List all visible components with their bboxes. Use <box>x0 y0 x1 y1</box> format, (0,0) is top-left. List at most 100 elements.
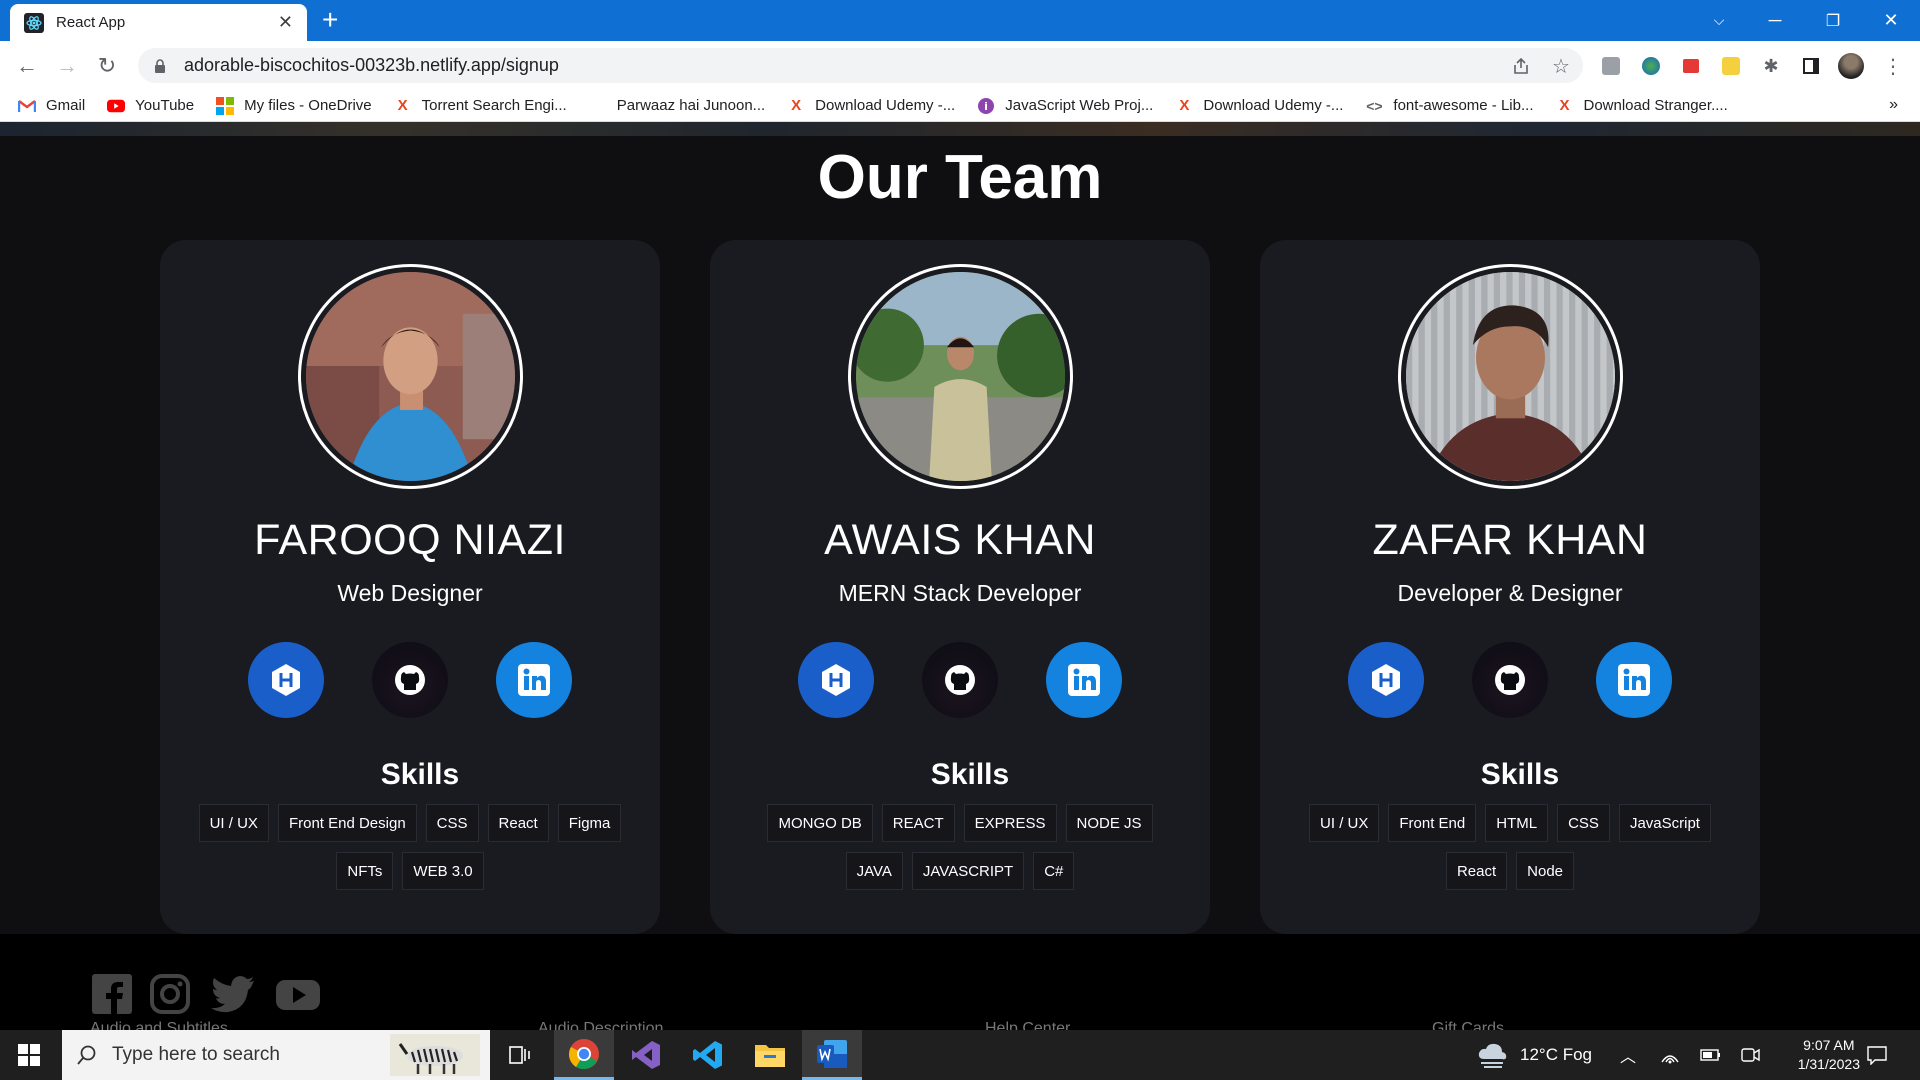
bookmark-js-projects[interactable]: i JavaScript Web Proj... <box>977 97 1153 115</box>
member-name: AWAIS KHAN <box>824 516 1096 564</box>
bookmark-stranger[interactable]: X Download Stranger.... <box>1555 97 1727 115</box>
windows-start-button[interactable] <box>0 1030 58 1080</box>
word-icon[interactable] <box>802 1030 862 1080</box>
bookmarks-bar: Gmail YouTube My files - OneDrive X Torre… <box>0 90 1920 122</box>
clock-date: 1/31/2023 <box>1797 1056 1860 1072</box>
skill-chip: NFTs <box>336 852 394 890</box>
task-view-icon[interactable] <box>490 1030 550 1080</box>
footer-link-help-center[interactable]: Help Center <box>985 1020 1070 1030</box>
twitter-icon[interactable] <box>210 972 254 1016</box>
bookmark-star-icon[interactable]: ☆ <box>1548 53 1574 79</box>
bookmark-parwaaz[interactable]: Parwaaz hai Junoon... <box>617 97 765 114</box>
bookmark-youtube[interactable]: YouTube <box>107 97 194 115</box>
tab-title: React App <box>56 14 126 31</box>
meet-now-icon[interactable] <box>1740 1030 1760 1080</box>
extensions-puzzle-icon[interactable]: ✱ <box>1758 53 1784 79</box>
skill-chip: REACT <box>881 804 955 842</box>
linkedin-link[interactable] <box>1596 642 1672 718</box>
microsoft-icon <box>216 96 235 115</box>
windows-taskbar: Type here to search 12°C Fog ︿ 9:07 AM 1… <box>0 1030 1920 1080</box>
extension-4-icon[interactable] <box>1718 53 1744 79</box>
minimize-button[interactable]: ─ <box>1752 0 1798 41</box>
team-card-farooq: FAROOQ NIAZI Web Designer Skills UI / UX… <box>160 240 660 934</box>
extension-3-icon[interactable] <box>1678 53 1704 79</box>
code-icon: <> <box>1366 97 1383 114</box>
omnibox[interactable]: adorable-biscochitos-00323b.netlify.app/… <box>138 48 1583 83</box>
github-icon <box>395 665 425 695</box>
vscode-icon[interactable] <box>678 1030 738 1080</box>
linkedin-link[interactable] <box>1046 642 1122 718</box>
visual-studio-icon[interactable] <box>616 1030 676 1080</box>
member-name: FAROOQ NIAZI <box>254 516 566 564</box>
browser-titlebar: React App ✕ + ⌵ ─ ❐ ✕ <box>0 0 1920 41</box>
svg-text:i: i <box>984 100 988 113</box>
bookmark-torrent[interactable]: X Torrent Search Engi... <box>394 97 567 115</box>
file-explorer-icon[interactable] <box>740 1030 800 1080</box>
zebra-search-highlight-icon <box>390 1034 480 1076</box>
extension-1-icon[interactable] <box>1598 53 1624 79</box>
linkedin-link[interactable] <box>496 642 572 718</box>
hashnode-link[interactable] <box>1348 642 1424 718</box>
close-window-button[interactable]: ✕ <box>1868 0 1914 41</box>
bookmark-udemy-1[interactable]: X Download Udemy -... <box>787 97 955 115</box>
reload-icon[interactable]: ↻ <box>92 51 122 81</box>
back-icon[interactable]: ← <box>12 51 42 81</box>
social-links <box>160 642 660 718</box>
skill-chip: C# <box>1033 852 1075 890</box>
new-tab-button[interactable]: + <box>322 6 338 34</box>
hashnode-link[interactable] <box>248 642 324 718</box>
bookmark-font-awesome[interactable]: <> font-awesome - Lib... <box>1365 97 1533 115</box>
system-clock[interactable]: 9:07 AM 1/31/2023 <box>1798 1036 1860 1074</box>
github-link[interactable] <box>372 642 448 718</box>
linkedin-icon <box>1068 664 1100 696</box>
skill-chip: JAVASCRIPT <box>911 852 1025 890</box>
share-icon[interactable] <box>1508 53 1534 79</box>
facebook-icon[interactable] <box>90 972 134 1016</box>
hashnode-link[interactable] <box>798 642 874 718</box>
show-hidden-icons-chevron-icon[interactable]: ︿ <box>1620 1030 1636 1080</box>
tab-search-chevron-icon[interactable]: ⌵ <box>1696 0 1742 41</box>
url-text: adorable-biscochitos-00323b.netlify.app/… <box>184 55 559 75</box>
skill-chip: WEB 3.0 <box>402 852 484 890</box>
footer-link-audio-subtitles[interactable]: Audio and Subtitles <box>90 1020 228 1030</box>
bookmark-gmail[interactable]: Gmail <box>18 97 85 115</box>
profile-avatar[interactable] <box>1838 53 1864 79</box>
github-icon <box>1495 665 1525 695</box>
side-panel-icon[interactable] <box>1798 53 1824 79</box>
github-link[interactable] <box>922 642 998 718</box>
forward-icon[interactable]: → <box>52 51 82 81</box>
linkedin-icon <box>518 664 550 696</box>
footer-link-audio-description[interactable]: Audio Description <box>538 1020 663 1030</box>
taskbar-search[interactable]: Type here to search <box>62 1030 490 1080</box>
restore-button[interactable]: ❐ <box>1810 0 1856 41</box>
network-icon[interactable] <box>1660 1030 1680 1080</box>
github-icon <box>945 665 975 695</box>
notifications-icon[interactable] <box>1866 1030 1888 1080</box>
x-icon: X <box>791 97 802 114</box>
linkedin-icon <box>1618 664 1650 696</box>
skill-chip: CSS <box>1557 804 1610 842</box>
browser-tab[interactable]: React App ✕ <box>10 4 307 41</box>
bookmark-onedrive[interactable]: My files - OneDrive <box>216 96 372 115</box>
chrome-menu-icon[interactable]: ⋮ <box>1880 53 1906 79</box>
bookmark-udemy-2[interactable]: X Download Udemy -... <box>1175 97 1343 115</box>
chrome-taskbar-icon[interactable] <box>554 1030 614 1080</box>
weather-widget[interactable]: 12°C Fog <box>1476 1030 1592 1080</box>
tab-close-icon[interactable]: ✕ <box>278 12 293 33</box>
instagram-icon[interactable] <box>148 972 192 1016</box>
clock-time: 9:07 AM <box>1803 1037 1855 1053</box>
avatar-ring <box>298 264 523 489</box>
skills-list: UI / UX Front End Design CSS React Figma… <box>190 804 630 890</box>
gmail-icon <box>18 97 36 115</box>
github-link[interactable] <box>1472 642 1548 718</box>
site-footer: Audio and Subtitles Audio Description He… <box>0 934 1920 1030</box>
footer-link-gift-cards[interactable]: Gift Cards <box>1432 1020 1504 1030</box>
battery-icon[interactable] <box>1700 1030 1722 1080</box>
more-bookmarks-icon[interactable]: » <box>1889 96 1898 114</box>
skill-chip: UI / UX <box>1309 804 1380 842</box>
x-icon: X <box>1179 97 1190 114</box>
extension-2-icon[interactable] <box>1638 53 1664 79</box>
youtube-footer-icon[interactable] <box>274 972 322 1016</box>
member-role: Web Designer <box>337 580 483 606</box>
skill-chip: JavaScript <box>1618 804 1711 842</box>
